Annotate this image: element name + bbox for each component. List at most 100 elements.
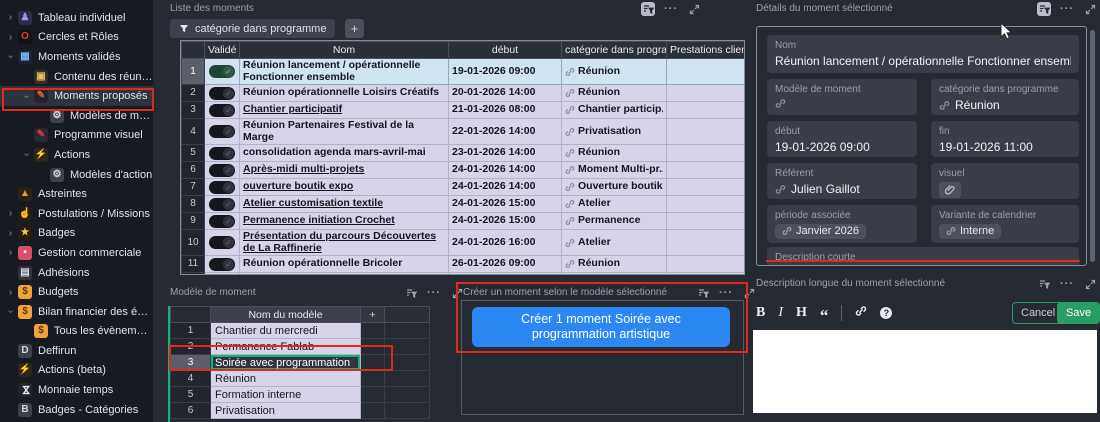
prestations-cell[interactable] [667,162,746,179]
debut-cell[interactable]: 24-01-2026 14:00 [449,179,562,196]
prestations-cell[interactable] [667,196,746,213]
categorie-cell[interactable]: Atelier [562,230,667,256]
description-editor[interactable] [753,330,1097,413]
nom-cell[interactable]: réunion d'orga afterwork OF [240,273,449,276]
col-header-prestations[interactable]: Prestations client [667,42,746,59]
bold-button[interactable]: B [756,306,765,320]
sidebar-item[interactable]: › ▦ Moments validés [0,47,153,67]
valide-cell[interactable]: ✓ [205,196,240,213]
field-referent[interactable]: Référent Julien Gaillot [767,163,917,199]
categorie-cell[interactable]: Atelier [562,196,667,213]
sidebar-item[interactable]: › ☝ Postulations / Missions [0,204,153,224]
nom-cell[interactable]: Permanence initiation Crochet [240,213,449,230]
model-col-rownum[interactable] [171,307,211,323]
toggle-switch[interactable]: ✓ [209,258,235,271]
sidebar-item[interactable]: › O Cercles et Rôles [0,28,153,48]
insert-link-button[interactable] [855,304,867,322]
nom-cell[interactable]: Réunion opérationnelle Bricoler [240,256,449,273]
filter-sort-icon[interactable] [1037,277,1051,291]
col-header-nom[interactable]: Nom [240,42,449,59]
prestations-cell[interactable] [667,273,746,276]
row-number[interactable]: 5 [182,145,205,162]
debut-cell[interactable]: 24-01-2026 16:00 [449,230,562,256]
chevron-icon[interactable]: › [4,32,17,43]
valide-cell[interactable]: ✓ [205,273,240,276]
chevron-icon[interactable]: › [4,208,17,219]
valide-cell[interactable]: ✓ [205,85,240,102]
row-number[interactable]: 8 [182,196,205,213]
prestations-cell[interactable] [667,230,746,256]
attachment-button[interactable] [939,182,961,198]
row-number[interactable]: 4 [182,119,205,145]
help-button[interactable]: ? [880,307,892,319]
more-menu-icon[interactable]: ··· [1060,2,1074,16]
prestations-cell[interactable] [667,102,746,119]
chevron-icon[interactable]: › [5,305,16,318]
valide-cell[interactable]: ✓ [205,179,240,196]
debut-cell[interactable]: 23-01-2026 14:00 [449,145,562,162]
debut-cell[interactable]: 22-01-2026 14:00 [449,119,562,145]
chevron-icon[interactable]: › [4,228,17,239]
valide-cell[interactable]: ✓ [205,59,240,85]
sidebar-item[interactable]: › $ Tous les évènements [0,322,153,342]
expand-icon[interactable] [1083,2,1097,16]
more-menu-icon[interactable]: ··· [1060,277,1074,291]
prestations-cell[interactable] [667,179,746,196]
col-header-valide[interactable]: Validé ? [205,42,240,59]
row-number[interactable]: 7 [182,179,205,196]
sidebar-item[interactable]: › ▣ Contenu des réunions [0,67,153,87]
chevron-icon[interactable]: › [21,148,32,161]
categorie-cell[interactable]: Privatisation [562,119,667,145]
field-description-courte[interactable]: Description courte [767,247,1079,266]
model-name-cell[interactable]: Chantier du mercredi [211,323,361,339]
row-number[interactable]: 5 [171,387,211,403]
nom-cell[interactable]: Réunion opérationnelle Loisirs Créatifs [240,85,449,102]
toggle-switch[interactable]: ✓ [209,125,235,138]
toggle-switch[interactable]: ✓ [209,87,235,100]
sidebar-item[interactable]: › B Badges - Catégories [0,400,153,420]
chevron-icon[interactable]: › [21,90,32,103]
sidebar-item[interactable]: › $ Budgets [0,282,153,302]
nom-cell[interactable]: Réunion Partenaires Festival de la Marge [240,119,449,145]
debut-cell[interactable]: 26-01-2026 11:00 [449,273,562,276]
nom-cell[interactable]: consolidation agenda mars-avril-mai [240,145,449,162]
row-number[interactable]: 3 [171,355,211,371]
row-number[interactable]: 4 [171,371,211,387]
field-modele[interactable]: Modèle de moment [767,79,917,115]
sidebar-item[interactable]: › ✎ Programme visuel [0,126,153,146]
model-name-cell[interactable]: Privatisation [211,403,361,419]
expand-icon[interactable] [687,2,701,16]
more-menu-icon[interactable]: ··· [664,2,678,16]
categorie-cell[interactable]: Permanence [562,213,667,230]
prestations-cell[interactable] [667,213,746,230]
field-variante[interactable]: Variante de calendrier Interne [931,205,1079,243]
save-button[interactable]: Save [1057,302,1100,324]
categorie-cell[interactable]: Réunion [562,145,667,162]
nom-cell[interactable]: ouverture boutik expo [240,179,449,196]
debut-cell[interactable]: 20-01-2026 14:00 [449,85,562,102]
categorie-cell[interactable]: Chantier particip... [562,102,667,119]
model-col-name[interactable]: Nom du modèle [211,307,361,323]
sidebar-item[interactable]: › ✎ Moments proposés [0,86,153,106]
chevron-icon[interactable]: › [4,12,17,23]
model-name-cell[interactable]: Formation interne [211,387,361,403]
reference-chip[interactable]: Janvier 2026 [775,224,866,239]
field-periode[interactable]: période associée Janvier 2026 [767,205,917,243]
sidebar-item[interactable]: › ⚙ Modèles de moments [0,106,153,126]
debut-cell[interactable]: 24-01-2026 15:00 [449,196,562,213]
col-header-categorie[interactable]: catégorie dans programme [562,42,667,59]
valide-cell[interactable]: ✓ [205,230,240,256]
col-header-debut[interactable]: début [449,42,562,59]
prestations-cell[interactable] [667,119,746,145]
nom-cell[interactable]: Présentation du parcours Découvertes de … [240,230,449,256]
row-number[interactable]: 1 [182,59,205,85]
toggle-switch[interactable]: ✓ [209,236,235,249]
prestations-cell[interactable] [667,145,746,162]
model-name-cell[interactable]: Soirée avec programmation [211,355,361,371]
italic-button[interactable]: I [778,306,783,320]
debut-cell[interactable]: 26-01-2026 09:00 [449,256,562,273]
chevron-icon[interactable]: › [4,287,17,298]
toggle-switch[interactable]: ✓ [209,275,235,276]
row-number[interactable]: 2 [182,85,205,102]
add-filter-button[interactable]: + [345,19,364,38]
